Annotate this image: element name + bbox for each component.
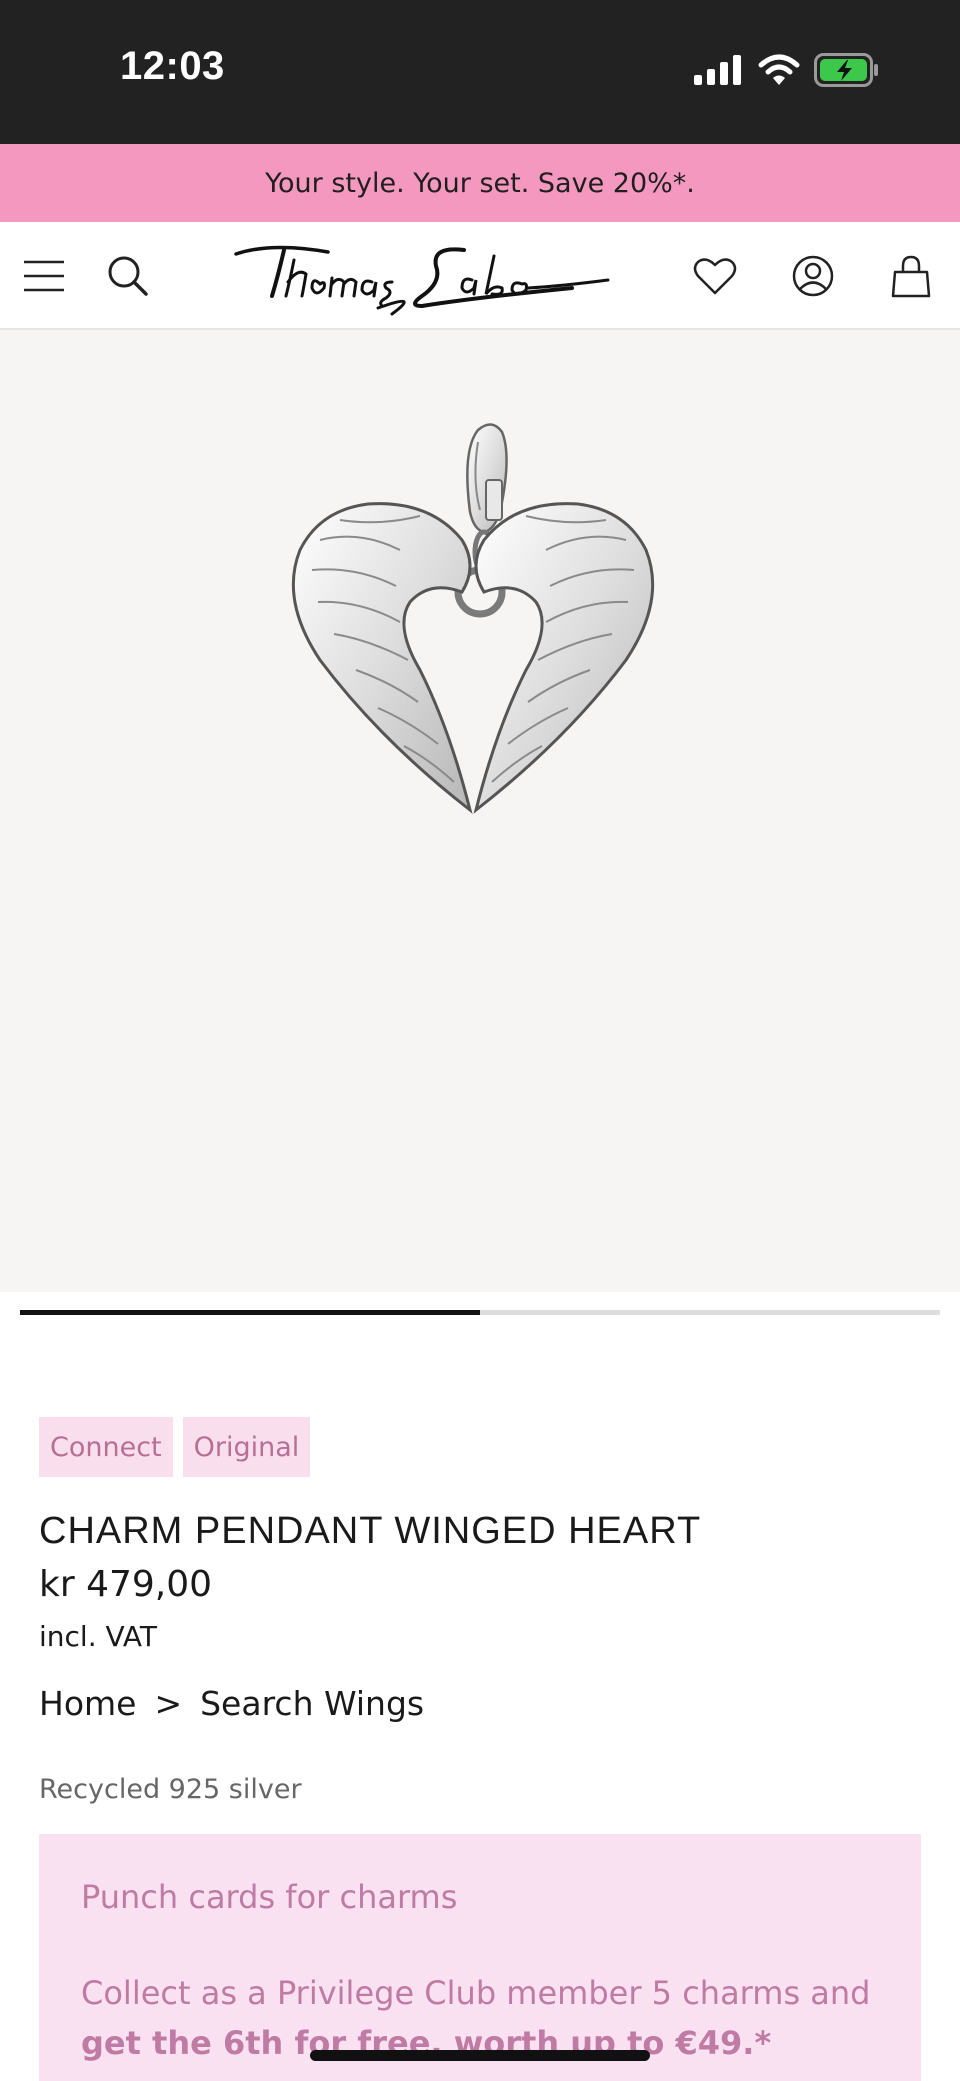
product-price: kr 479,00 [39,1564,213,1605]
tag-connect[interactable]: Connect [39,1417,173,1477]
vat-note: incl. VAT [39,1620,157,1653]
product-title: CHARM PENDANT WINGED HEART [39,1510,702,1552]
product-tags: Connect Original [39,1417,311,1477]
breadcrumb-separator: > [154,1684,183,1723]
search-icon[interactable] [100,248,156,304]
breadcrumb-current[interactable]: Search Wings [200,1684,424,1723]
brand-logo[interactable] [232,236,612,320]
signal-icon [694,55,744,89]
breadcrumb-home[interactable]: Home [39,1684,136,1723]
product-material: Recycled 925 silver [39,1774,302,1805]
status-bar: 12:03 [0,0,960,144]
site-header [0,222,960,330]
breadcrumb: Home > Search Wings [39,1684,424,1723]
punch-card-text-regular: Collect as a Privilege Club member 5 cha… [81,1974,871,2012]
account-icon[interactable] [785,248,841,304]
promo-text: Your style. Your set. Save 20%*. [265,167,695,199]
status-time: 12:03 [120,44,225,88]
carousel-indicator[interactable] [20,1310,940,1315]
carousel-indicator-progress [20,1310,480,1315]
tag-original[interactable]: Original [182,1417,311,1477]
status-icons [694,52,880,92]
product-image[interactable] [0,330,960,1292]
battery-charging-icon [814,53,880,91]
winged-heart-charm-image [291,423,655,814]
menu-icon[interactable] [16,248,72,304]
promo-banner[interactable]: Your style. Your set. Save 20%*. [0,144,960,222]
punch-card-title: Punch cards for charms [81,1878,458,1916]
wifi-icon [758,54,800,90]
heart-icon[interactable] [687,248,743,304]
punch-card-promo: Punch cards for charms Collect as a Priv… [39,1834,921,2081]
bag-icon[interactable] [883,248,939,304]
home-indicator[interactable] [310,2050,650,2061]
